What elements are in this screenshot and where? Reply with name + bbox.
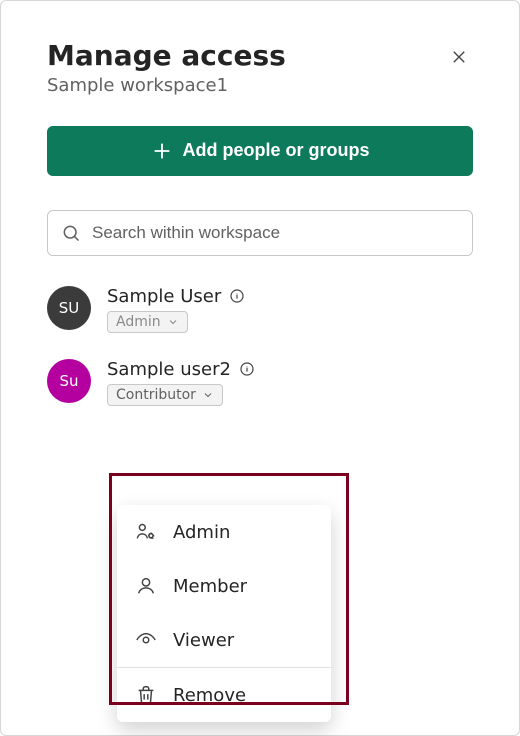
user-info: Sample User Admin [107, 286, 245, 333]
role-label: Contributor [116, 387, 196, 403]
chevron-down-icon [167, 316, 179, 328]
role-option-remove[interactable]: Remove [117, 667, 331, 722]
user-row: SU Sample User Admin [47, 278, 473, 351]
info-icon[interactable] [229, 288, 245, 304]
user-name: Sample user2 [107, 359, 231, 380]
search-input[interactable] [47, 210, 473, 256]
add-people-button[interactable]: Add people or groups [47, 126, 473, 176]
close-icon [450, 48, 468, 66]
info-icon[interactable] [239, 361, 255, 377]
trash-icon [135, 684, 157, 706]
person-icon [135, 575, 157, 597]
add-people-label: Add people or groups [183, 140, 370, 161]
role-option-admin[interactable]: Admin [117, 505, 331, 559]
role-option-member[interactable]: Member [117, 559, 331, 613]
role-option-viewer[interactable]: Viewer [117, 613, 331, 667]
avatar: SU [47, 286, 91, 330]
role-option-label: Admin [173, 522, 230, 543]
manage-access-panel: Manage access Sample workspace1 Add peop… [0, 0, 520, 736]
close-button[interactable] [445, 43, 473, 71]
role-dropdown[interactable]: Admin Member Viewer Remove [117, 505, 331, 722]
role-label: Admin [116, 314, 161, 330]
eye-icon [135, 629, 157, 651]
search-field [47, 210, 473, 256]
user-info: Sample user2 Contributor [107, 359, 255, 406]
chevron-down-icon [202, 389, 214, 401]
user-name-line: Sample User [107, 286, 245, 307]
user-list: SU Sample User Admin Su Sample user2 [47, 278, 473, 424]
role-option-label: Viewer [173, 630, 234, 651]
people-settings-icon [135, 521, 157, 543]
plus-icon [151, 140, 173, 162]
user-name: Sample User [107, 286, 221, 307]
panel-subtitle: Sample workspace1 [47, 75, 473, 96]
user-name-line: Sample user2 [107, 359, 255, 380]
user-row: Su Sample user2 Contributor [47, 351, 473, 424]
role-option-label: Remove [173, 685, 246, 706]
search-icon [61, 223, 81, 243]
role-selector[interactable]: Contributor [107, 384, 223, 406]
role-selector[interactable]: Admin [107, 311, 188, 333]
header: Manage access Sample workspace1 [47, 39, 473, 96]
panel-title: Manage access [47, 39, 473, 73]
avatar: Su [47, 359, 91, 403]
role-option-label: Member [173, 576, 247, 597]
